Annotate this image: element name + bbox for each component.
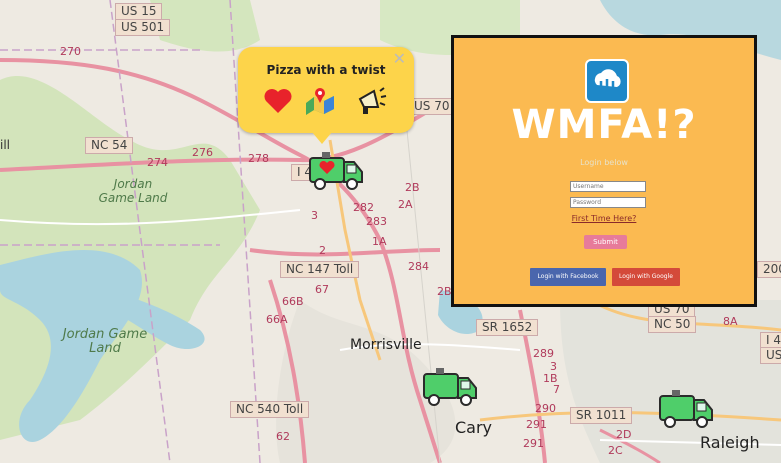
exit-label: 291 xyxy=(526,418,547,431)
place-partial-left: ill xyxy=(0,138,11,152)
app-title: WMFA!? xyxy=(511,102,697,148)
exit-label: 66B xyxy=(282,295,304,308)
shield-us-15: US 15 xyxy=(115,3,163,20)
food-truck-marker[interactable] xyxy=(422,366,478,410)
place-jordan-game-land-south: Jordan Game Land xyxy=(62,327,148,356)
shield-200: 200 xyxy=(757,261,781,278)
exit-label: 2B xyxy=(405,181,420,194)
exit-label: 282 xyxy=(353,201,374,214)
exit-label: 290 xyxy=(535,402,556,415)
heart-icon[interactable] xyxy=(262,85,294,117)
place-raleigh: Raleigh xyxy=(700,433,760,452)
submit-button[interactable]: Submit xyxy=(584,235,627,249)
exit-label: 1A xyxy=(372,235,387,248)
exit-label: 2D xyxy=(616,428,632,441)
shield-us-70: US 70 xyxy=(408,98,456,115)
exit-label: 284 xyxy=(408,260,429,273)
login-subtitle: Login below xyxy=(580,158,628,167)
exit-label: 67 xyxy=(315,283,329,296)
exit-label: 2B xyxy=(437,285,452,298)
login-google-button[interactable]: Login with Google xyxy=(612,268,680,286)
shield-nc-54: NC 54 xyxy=(85,137,134,154)
shield-us-1: US 1 xyxy=(760,347,781,364)
shield-sr-1652: SR 1652 xyxy=(476,319,539,336)
place-jordan-game-land-north: Jordan Game Land xyxy=(98,177,168,205)
shield-us-501: US 501 xyxy=(115,19,171,36)
exit-label: 3 xyxy=(311,209,318,222)
exit-label: 283 xyxy=(366,215,387,228)
login-facebook-button[interactable]: Login with Facebook xyxy=(530,268,606,286)
map-directions-icon[interactable] xyxy=(304,85,336,117)
exit-label: 8A xyxy=(723,315,738,328)
first-time-link[interactable]: First Time Here? xyxy=(454,214,754,223)
password-input[interactable] xyxy=(570,197,646,208)
truck-popup: ✕ Pizza with a twist xyxy=(238,47,414,133)
shield-nc-50: NC 50 xyxy=(648,316,697,333)
shield-nc-540-toll: NC 540 Toll xyxy=(230,401,310,418)
app-logo-icon xyxy=(585,59,629,103)
exit-label: 3 xyxy=(550,360,557,373)
food-truck-marker-pizza[interactable] xyxy=(308,150,364,194)
megaphone-icon[interactable] xyxy=(356,85,388,117)
popup-title: Pizza with a twist xyxy=(266,63,386,77)
popup-pointer xyxy=(312,132,332,144)
exit-label: 289 xyxy=(533,347,554,360)
exit-label: 276 xyxy=(192,146,213,159)
exit-label: 2C xyxy=(608,444,623,457)
username-input[interactable] xyxy=(570,181,646,192)
place-cary: Cary xyxy=(455,418,493,437)
exit-label: 278 xyxy=(248,152,269,165)
exit-label: 62 xyxy=(276,430,290,443)
place-morrisville: Morrisville xyxy=(350,337,422,353)
exit-label: 270 xyxy=(60,45,81,58)
exit-label: 2A xyxy=(398,198,413,211)
exit-label: 66A xyxy=(266,313,288,326)
exit-label: 1B xyxy=(543,372,558,385)
food-truck-marker[interactable] xyxy=(658,388,714,432)
exit-label: 274 xyxy=(147,156,168,169)
exit-label: 2 xyxy=(319,244,326,257)
shield-sr-1011: SR 1011 xyxy=(570,407,633,424)
exit-label: 291 xyxy=(523,437,544,450)
shield-nc-147-toll: NC 147 Toll xyxy=(280,261,360,278)
login-panel: WMFA!? Login below First Time Here? Subm… xyxy=(451,35,757,307)
